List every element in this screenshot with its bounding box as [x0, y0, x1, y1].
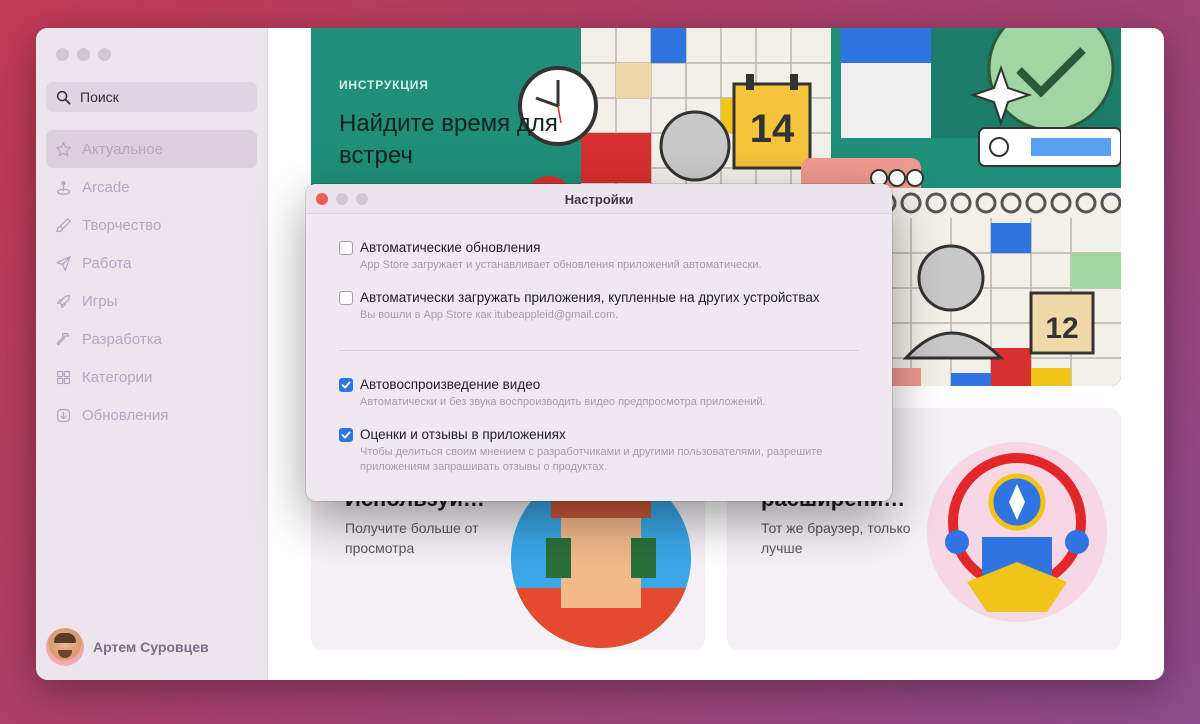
- sidebar-item-arcade[interactable]: Arcade: [46, 168, 257, 206]
- option-label: Автовоспроизведение видео: [360, 377, 541, 392]
- sidebar-item-label: Обновления: [82, 406, 169, 424]
- avatar: [46, 628, 84, 666]
- card-artwork: [927, 442, 1107, 622]
- download-icon: [54, 406, 72, 424]
- close-button[interactable]: [56, 48, 69, 61]
- sidebar-item-create[interactable]: Творчество: [46, 206, 257, 244]
- sidebar-item-categories[interactable]: Категории: [46, 358, 257, 396]
- card-description: Получите больше от просмотра: [345, 520, 479, 556]
- grid-icon: [54, 368, 72, 386]
- card-description: Тот же браузер, только лучше: [761, 520, 911, 556]
- option-label: Автоматические обновления: [360, 240, 541, 255]
- option-video-autoplay: Автовоспроизведение видео Автоматически …: [339, 377, 830, 410]
- option-description: Вы вошли в App Store как itubeappleid@gm…: [360, 309, 619, 321]
- svg-text:14: 14: [750, 107, 795, 151]
- dialog-titlebar: Настройки: [306, 184, 892, 214]
- rocket-icon: [54, 292, 72, 310]
- option-auto-updates: Автоматические обновления App Store загр…: [339, 240, 830, 273]
- banner-title: Найдите время для встреч: [339, 110, 558, 169]
- banner-kicker: ИНСТРУКЦИЯ: [339, 78, 429, 92]
- sidebar-item-develop[interactable]: Разработка: [46, 320, 257, 358]
- search-placeholder: Поиск: [80, 89, 119, 105]
- sidebar-item-label: Игры: [82, 292, 118, 310]
- minimize-button[interactable]: [77, 48, 90, 61]
- sidebar-nav: Актуальное Arcade Творчество Работа Игры…: [46, 130, 257, 434]
- option-label: Автоматически загружать приложения, купл…: [360, 290, 820, 305]
- sidebar-item-label: Разработка: [82, 330, 162, 348]
- option-description: App Store загружает и устанавливает обно…: [360, 259, 762, 271]
- settings-dialog: Настройки Автоматические обновления App …: [306, 184, 892, 501]
- star-icon: [54, 140, 72, 158]
- divider: [339, 350, 859, 351]
- zoom-button[interactable]: [98, 48, 111, 61]
- hammer-icon: [54, 330, 72, 348]
- option-auto-download: Автоматически загружать приложения, купл…: [339, 290, 830, 323]
- sidebar: Поиск Актуальное Arcade Творчество Работ…: [36, 28, 268, 680]
- brush-icon: [54, 216, 72, 234]
- auto-download-checkbox[interactable]: [339, 290, 353, 305]
- video-autoplay-checkbox[interactable]: [339, 377, 353, 392]
- checkmark-icon: [341, 381, 351, 388]
- sidebar-item-label: Актуальное: [82, 140, 163, 158]
- dialog-title: Настройки: [564, 192, 634, 207]
- sidebar-item-featured[interactable]: Актуальное: [46, 130, 257, 168]
- sidebar-item-updates[interactable]: Обновления: [46, 396, 257, 434]
- auto-updates-checkbox[interactable]: [339, 240, 353, 255]
- search-icon: [56, 90, 71, 104]
- joystick-icon: [54, 178, 72, 196]
- option-label: Оценки и отзывы в приложениях: [360, 427, 566, 442]
- sidebar-item-label: Творчество: [82, 216, 162, 234]
- sidebar-item-label: Категории: [82, 368, 153, 386]
- window-controls: [56, 48, 111, 61]
- sidebar-item-work[interactable]: Работа: [46, 244, 257, 282]
- option-ratings-reviews: Оценки и отзывы в приложениях Чтобы дели…: [339, 427, 830, 475]
- sidebar-item-label: Работа: [82, 254, 132, 272]
- checkmark-icon: [341, 431, 351, 438]
- user-name: Артем Суровцев: [93, 639, 209, 655]
- search-field[interactable]: Поиск: [46, 82, 257, 112]
- sidebar-item-games[interactable]: Игры: [46, 282, 257, 320]
- paper-plane-icon: [54, 254, 72, 272]
- user-account[interactable]: Артем Суровцев: [46, 628, 209, 666]
- option-description: Автоматически и без звука воспроизводить…: [360, 396, 766, 408]
- option-description: Чтобы делиться своим мнением с разработч…: [360, 446, 823, 473]
- sidebar-item-label: Arcade: [82, 178, 130, 196]
- svg-text:12: 12: [1045, 312, 1078, 345]
- ratings-reviews-checkbox[interactable]: [339, 427, 353, 442]
